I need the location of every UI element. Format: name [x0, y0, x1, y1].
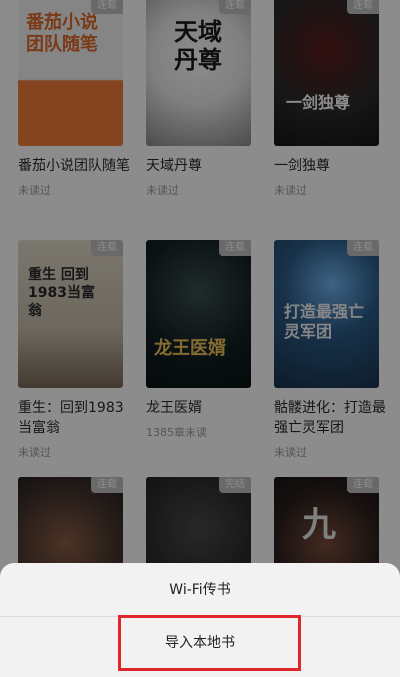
wifi-transfer-button[interactable]: Wi-Fi传书: [0, 579, 400, 599]
wifi-transfer-label: Wi-Fi传书: [169, 582, 231, 598]
highlight-frame: [118, 615, 301, 671]
